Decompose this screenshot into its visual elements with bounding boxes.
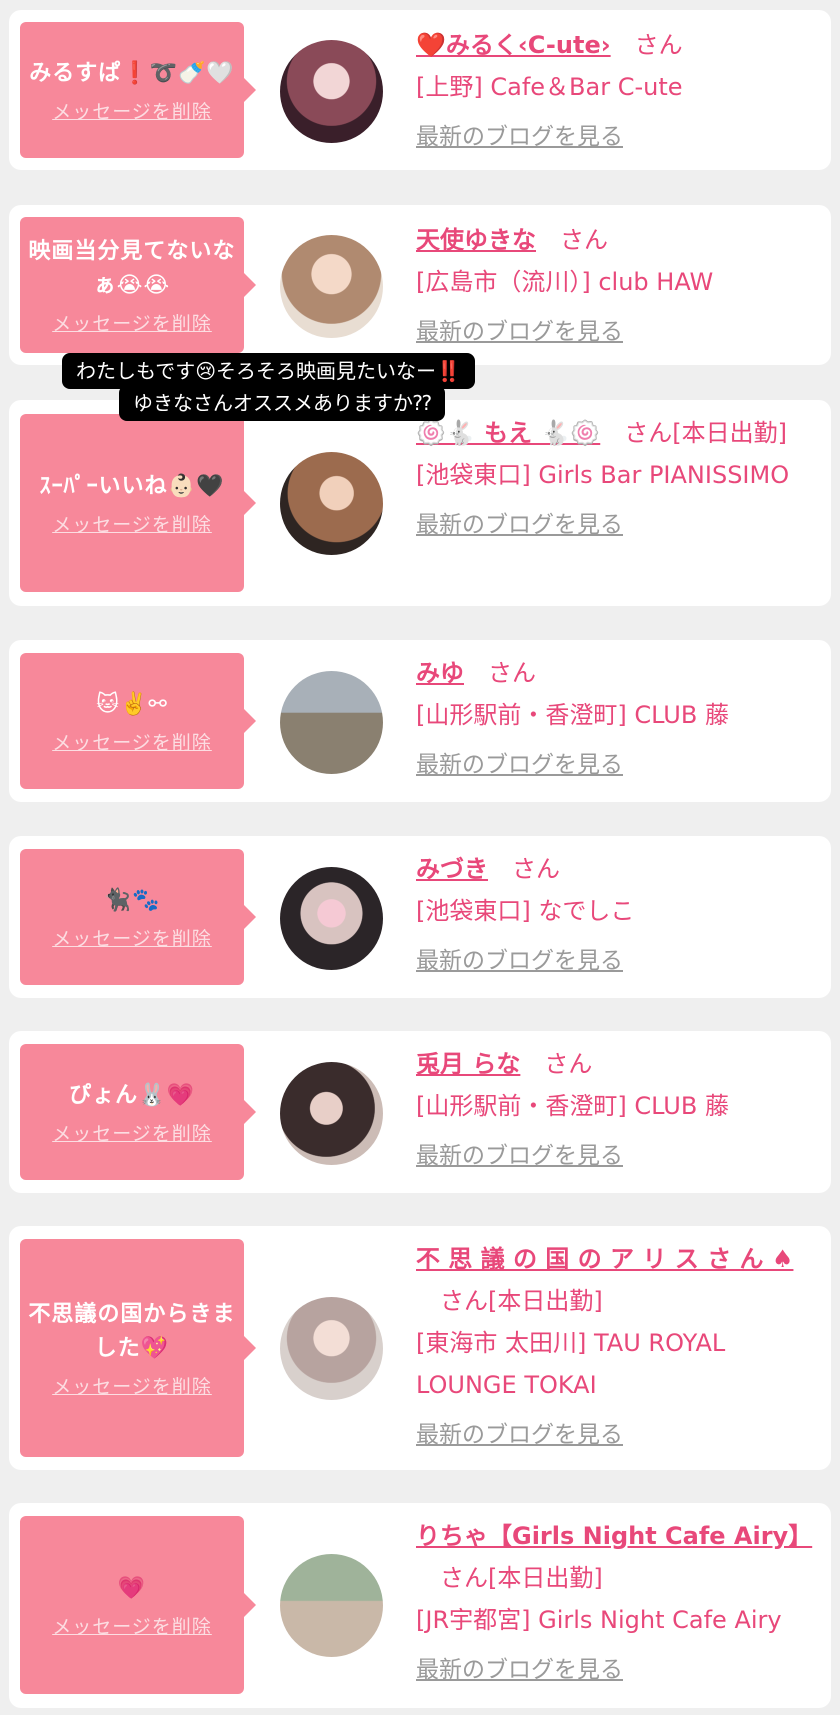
- shop-name: [池袋東口] Girls Bar PIANISSIMO: [416, 461, 790, 489]
- latest-blog-link[interactable]: 最新のブログを見る: [416, 1649, 831, 1691]
- honorific: さん[本日出勤]: [624, 419, 787, 447]
- message-bubble: ｽｰﾊﾟｰいいね👶🏻🖤 メッセージを削除: [20, 414, 256, 592]
- profile-info: 不 思 議 の 国 の ア リ ス さ ん ♠ さん[本日出勤] [東海市 太田川…: [416, 1238, 831, 1456]
- honorific: さん: [560, 226, 608, 254]
- profile-info: みづき さん [池袋東口] なでしこ 最新のブログを見る: [416, 848, 831, 982]
- message-text: 映画当分見てないなぁ😭😭: [28, 238, 236, 298]
- shop-name: [上野] Cafe＆Bar C-ute: [416, 73, 683, 101]
- message-text: 🐈‍⬛🐾: [103, 887, 161, 913]
- honorific: さん[本日出勤]: [440, 1287, 603, 1315]
- shop-name: [広島市（流川）] club HAW: [416, 268, 714, 296]
- profile-name-link[interactable]: みゆ: [416, 659, 464, 687]
- shop-name: [山形駅前・香澄町] CLUB 藤: [416, 1092, 729, 1120]
- latest-blog-link[interactable]: 最新のブログを見る: [416, 504, 831, 546]
- latest-blog-link[interactable]: 最新のブログを見る: [416, 311, 831, 353]
- message-card: 🐈‍⬛🐾 メッセージを削除 みづき さん [池袋東口] なでしこ 最新のブログを見…: [9, 836, 831, 998]
- honorific: さん: [544, 1050, 593, 1078]
- latest-blog-link[interactable]: 最新のブログを見る: [416, 116, 831, 158]
- profile-name-link[interactable]: みづき: [416, 855, 488, 883]
- profile-info: 天使ゆきな さん [広島市（流川）] club HAW 最新のブログを見る: [416, 219, 831, 353]
- message-bubble: 映画当分見てないなぁ😭😭 メッセージを削除: [20, 217, 256, 353]
- message-card: 映画当分見てないなぁ😭😭 メッセージを削除 天使ゆきな さん [広島市（流川）] …: [9, 205, 831, 365]
- honorific: さん: [634, 31, 683, 59]
- delete-message-link[interactable]: メッセージを削除: [52, 97, 212, 124]
- profile-name-link[interactable]: 兎月 らな: [416, 1050, 520, 1078]
- message-bubble: 🐱✌️⚯ メッセージを削除: [20, 653, 256, 789]
- latest-blog-link[interactable]: 最新のブログを見る: [416, 744, 831, 786]
- avatar[interactable]: [280, 1297, 383, 1400]
- shop-name: [JR宇都宮] Girls Night Cafe Airy: [416, 1606, 782, 1634]
- latest-blog-link[interactable]: 最新のブログを見る: [416, 1135, 831, 1177]
- profile-info: ❤️みるく‹C-ute› さん [上野] Cafe＆Bar C-ute 最新のブロ…: [416, 24, 831, 158]
- delete-message-link[interactable]: メッセージを削除: [52, 1119, 212, 1146]
- message-bubble: 💗 メッセージを削除: [20, 1516, 256, 1694]
- avatar[interactable]: [280, 40, 383, 143]
- profile-name-link[interactable]: 🍥🐇 もえ 🐇🍥: [416, 419, 600, 447]
- delete-message-link[interactable]: メッセージを削除: [52, 728, 212, 755]
- message-text: みるすぱ❗➰🍼🤍: [29, 60, 235, 86]
- shop-name: [東海市 太田川] TAU ROYAL LOUNGE TOKAI: [416, 1329, 726, 1399]
- message-text: ｽｰﾊﾟｰいいね👶🏻🖤: [39, 473, 225, 499]
- profile-info: 兎月 らな さん [山形駅前・香澄町] CLUB 藤 最新のブログを見る: [416, 1043, 831, 1177]
- delete-message-link[interactable]: メッセージを削除: [52, 309, 212, 336]
- delete-message-link[interactable]: メッセージを削除: [52, 510, 212, 537]
- message-text: ぴょん🐰💗: [69, 1082, 195, 1108]
- reply-tooltip-line1: わたしもです😢そろそろ映画見たいなー‼️: [62, 353, 475, 389]
- profile-name-link[interactable]: ❤️みるく‹C-ute›: [416, 31, 611, 59]
- avatar[interactable]: [280, 452, 383, 555]
- message-bubble: 不思議の国からきました💖 メッセージを削除: [20, 1239, 256, 1457]
- message-card: ｽｰﾊﾟｰいいね👶🏻🖤 メッセージを削除 🍥🐇 もえ 🐇🍥 さん[本日出勤] [池…: [9, 400, 831, 606]
- profile-info: 🍥🐇 もえ 🐇🍥 さん[本日出勤] [池袋東口] Girls Bar PIANIS…: [416, 412, 831, 546]
- message-text: 💗: [117, 1575, 147, 1601]
- reply-tooltip-line2: ゆきなさんオススメありますか⁇: [119, 385, 446, 421]
- delete-message-link[interactable]: メッセージを削除: [52, 1612, 212, 1639]
- profile-name-link[interactable]: 天使ゆきな: [416, 226, 536, 254]
- avatar[interactable]: [280, 235, 383, 338]
- message-text: 不思議の国からきました💖: [28, 1301, 236, 1361]
- message-text: 🐱✌️⚯: [96, 691, 168, 717]
- message-bubble: ぴょん🐰💗 メッセージを削除: [20, 1044, 256, 1180]
- delete-message-link[interactable]: メッセージを削除: [52, 1372, 212, 1399]
- shop-name: [山形駅前・香澄町] CLUB 藤: [416, 701, 729, 729]
- message-card: 💗 メッセージを削除 りちゃ【Girls Night Cafe Airy】さん[…: [9, 1503, 831, 1708]
- avatar[interactable]: [280, 867, 383, 970]
- message-card: 不思議の国からきました💖 メッセージを削除 不 思 議 の 国 の ア リ ス …: [9, 1226, 831, 1470]
- profile-name-link[interactable]: 不 思 議 の 国 の ア リ ス さ ん ♠: [416, 1245, 793, 1273]
- message-card: 🐱✌️⚯ メッセージを削除 みゆ さん [山形駅前・香澄町] CLUB 藤 最新の…: [9, 640, 831, 802]
- message-bubble: 🐈‍⬛🐾 メッセージを削除: [20, 849, 256, 985]
- message-card: みるすぱ❗➰🍼🤍 メッセージを削除 ❤️みるく‹C-ute› さん [上野] Ca…: [9, 10, 831, 170]
- avatar[interactable]: [280, 1062, 383, 1165]
- shop-name: [池袋東口] なでしこ: [416, 897, 635, 925]
- honorific: さん[本日出勤]: [440, 1564, 603, 1592]
- latest-blog-link[interactable]: 最新のブログを見る: [416, 1414, 831, 1456]
- delete-message-link[interactable]: メッセージを削除: [52, 924, 212, 951]
- avatar[interactable]: [280, 671, 383, 774]
- honorific: さん: [488, 659, 536, 687]
- avatar[interactable]: [280, 1554, 383, 1657]
- profile-info: みゆ さん [山形駅前・香澄町] CLUB 藤 最新のブログを見る: [416, 652, 831, 786]
- message-bubble: みるすぱ❗➰🍼🤍 メッセージを削除: [20, 22, 256, 158]
- profile-info: りちゃ【Girls Night Cafe Airy】さん[本日出勤] [JR宇都…: [416, 1515, 831, 1691]
- latest-blog-link[interactable]: 最新のブログを見る: [416, 940, 831, 982]
- message-card: ぴょん🐰💗 メッセージを削除 兎月 らな さん [山形駅前・香澄町] CLUB 藤…: [9, 1031, 831, 1193]
- profile-name-link[interactable]: りちゃ【Girls Night Cafe Airy】: [416, 1522, 812, 1550]
- honorific: さん: [512, 855, 560, 883]
